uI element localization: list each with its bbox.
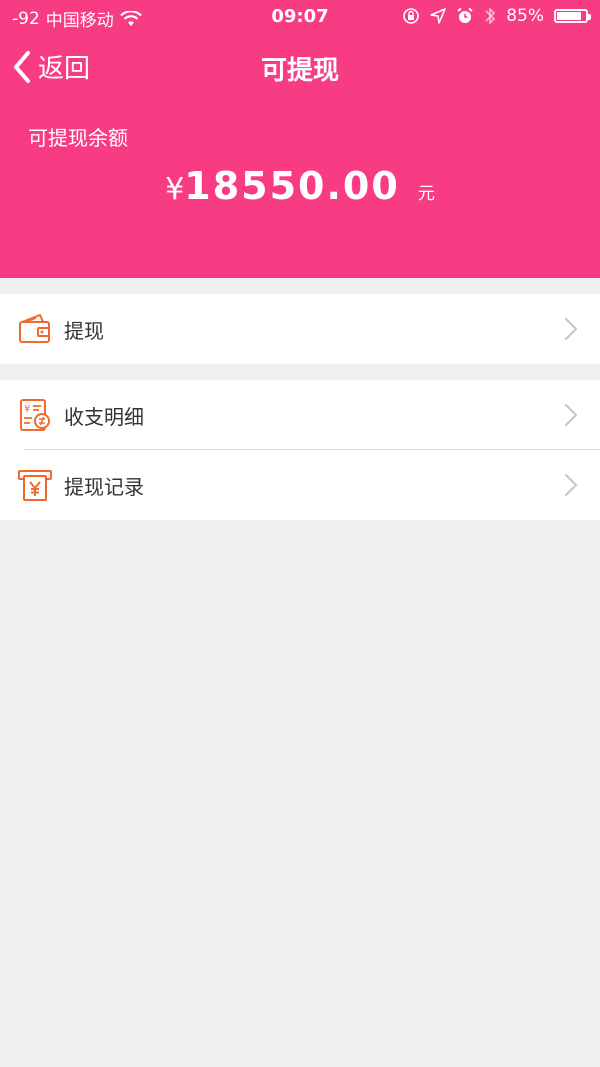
menu-item-income-expense[interactable]: ¥ 收支明细 [0, 380, 600, 450]
svg-text:¥: ¥ [24, 404, 30, 415]
atm-withdraw-icon [18, 470, 52, 501]
alarm-icon [457, 7, 473, 23]
menu-item-withdraw[interactable]: 提现 [0, 294, 600, 364]
currency-symbol: ¥ [165, 172, 185, 207]
menu-group-withdraw: 提现 [0, 294, 600, 364]
page-title: 可提现 [260, 56, 339, 86]
ledger-icon: ¥ [20, 399, 50, 431]
menu-item-label: 收支明细 [64, 404, 144, 429]
battery-tip [588, 14, 591, 20]
balance-display: ¥18550.00 元 [0, 164, 600, 208]
location-arrow-icon [430, 8, 446, 24]
battery-level [557, 12, 581, 20]
battery-percent: 85% [506, 6, 544, 26]
chevron-right-icon [564, 473, 578, 497]
status-right: 85% [402, 6, 591, 26]
bluetooth-icon [485, 7, 496, 25]
wallet-icon [19, 314, 50, 343]
chevron-right-icon [564, 403, 578, 427]
chevron-right-icon [564, 317, 578, 341]
status-bar: -92 中国移动 09:07 85% [0, 0, 600, 34]
nav-bar: 返回 可提现 [0, 40, 600, 96]
balance-label: 可提现余额 [28, 126, 128, 150]
menu-group-records: ¥ 收支明细 提现记录 [0, 380, 600, 520]
rotation-lock-icon [403, 8, 420, 24]
balance-unit: 元 [417, 184, 435, 204]
header: -92 中国移动 09:07 85% 返回 可提现 可提现余额 ¥18550.0… [0, 0, 600, 278]
battery-icon [554, 9, 591, 23]
menu-item-label: 提现 [64, 318, 104, 343]
menu-item-label: 提现记录 [64, 474, 144, 499]
menu-item-withdraw-records[interactable]: 提现记录 [0, 450, 600, 520]
balance-amount: 18550.00 [184, 164, 400, 208]
